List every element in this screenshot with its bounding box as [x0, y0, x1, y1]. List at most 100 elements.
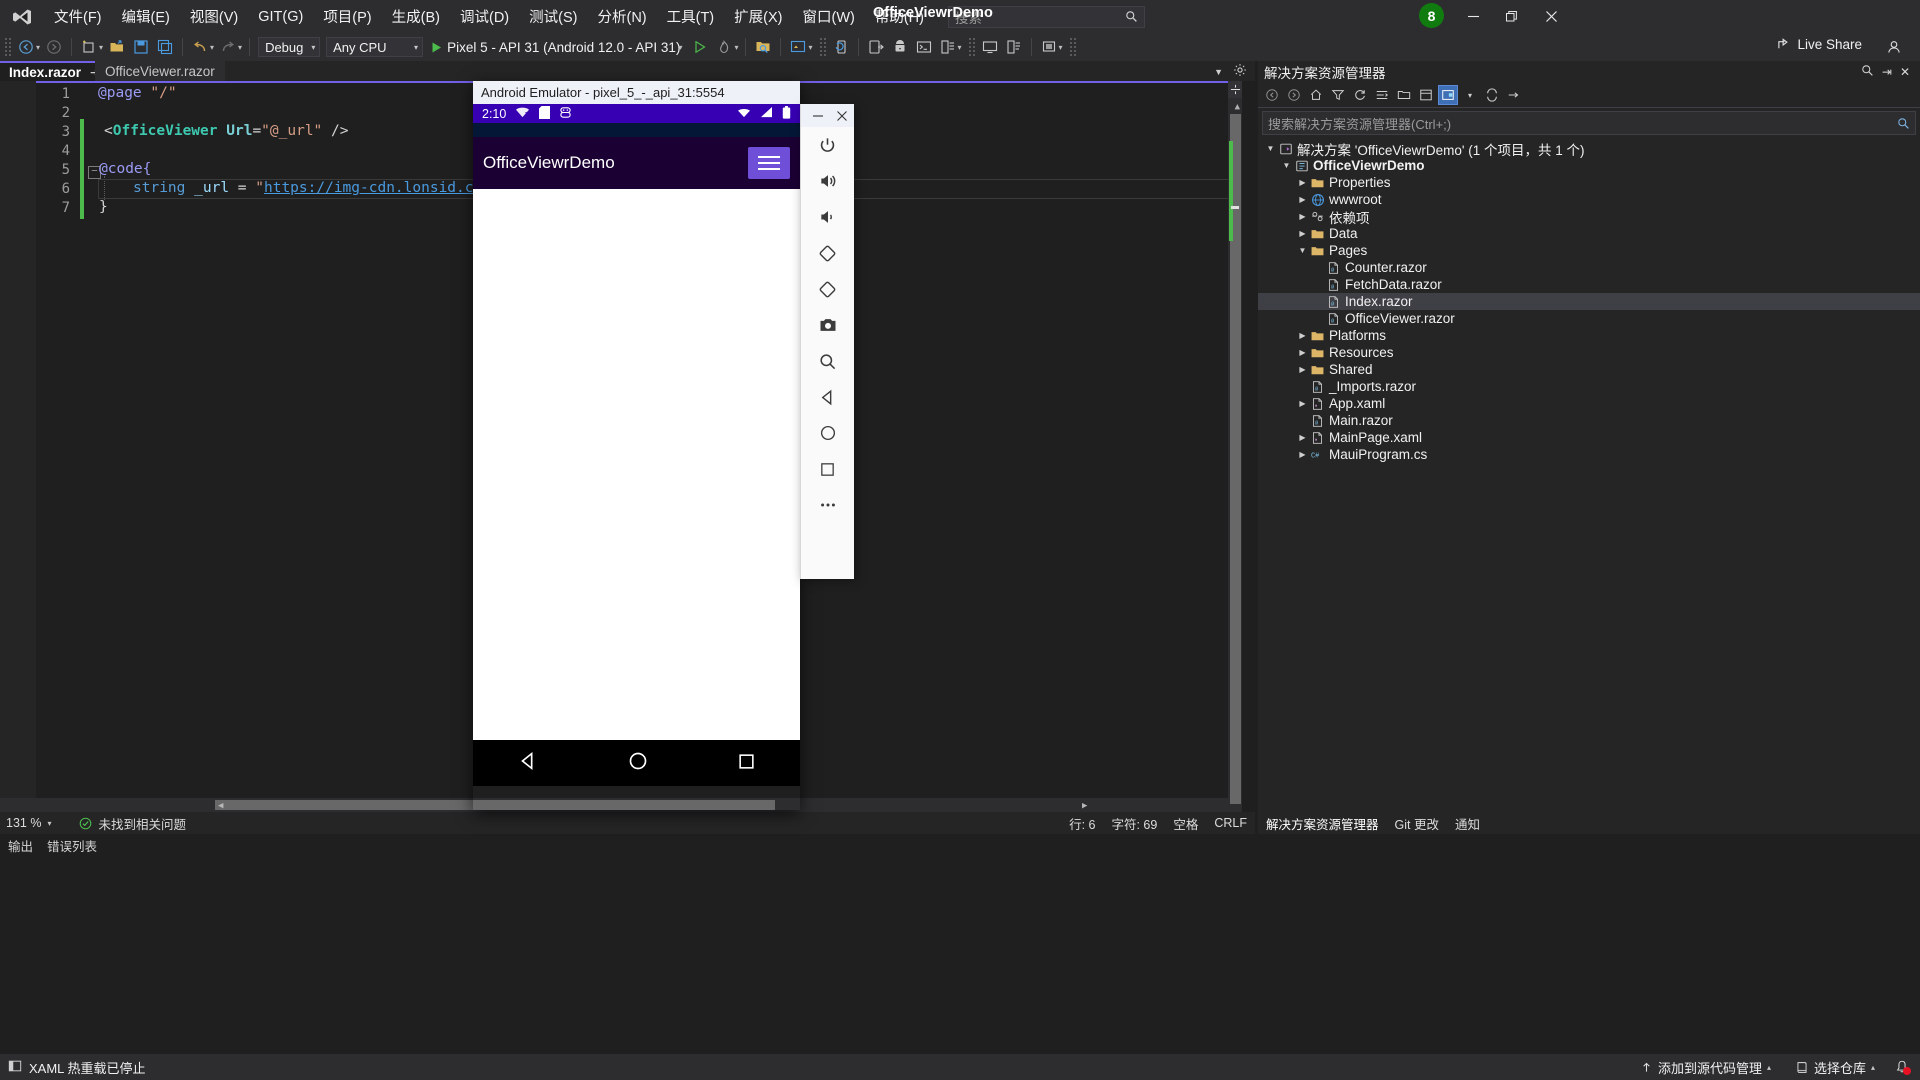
editor-zoom-combo[interactable]: 131 % ▾: [6, 816, 51, 830]
gear-icon[interactable]: [1233, 63, 1247, 81]
menu-build[interactable]: 生成(B): [382, 2, 450, 31]
toolbar-grip-4[interactable]: [1068, 37, 1077, 57]
volume-down-icon[interactable]: [801, 199, 854, 235]
rotate-right-icon[interactable]: [801, 271, 854, 307]
new-project-button[interactable]: [78, 36, 100, 58]
tree-item[interactable]: @ Counter.razor: [1258, 259, 1920, 276]
solution-explorer-search-input[interactable]: 搜索解决方案资源管理器(Ctrl+;): [1262, 111, 1916, 135]
toolbar-grip-3[interactable]: [967, 37, 976, 57]
android-emulator-window[interactable]: Android Emulator - pixel_5_-_api_31:5554…: [473, 81, 854, 810]
collapse-arrow-icon[interactable]: ▶: [1296, 450, 1309, 459]
tree-item[interactable]: ▼ 解决方案 'OfficeViewrDemo' (1 个项目，共 1 个): [1258, 140, 1920, 158]
menu-project[interactable]: 项目(P): [313, 2, 381, 31]
collapse-arrow-icon[interactable]: ▶: [1296, 399, 1309, 408]
emulator-minimize-button[interactable]: [806, 104, 830, 127]
tree-item[interactable]: ▶ Shared: [1258, 361, 1920, 378]
solution-search-button[interactable]: [752, 36, 774, 58]
rotate-left-icon[interactable]: [801, 235, 854, 271]
emulator-manager-button[interactable]: [1038, 36, 1060, 58]
tree-item[interactable]: ▶ Platforms: [1258, 327, 1920, 344]
collapse-arrow-icon[interactable]: ▶: [1296, 348, 1309, 357]
collapse-arrow-icon[interactable]: ▶: [1296, 331, 1309, 340]
device-log-dropdown[interactable]: ▾: [958, 43, 962, 52]
collapse-arrow-icon[interactable]: ▶: [1296, 212, 1309, 221]
hot-reload-button[interactable]: [713, 36, 735, 58]
emulator-manager-dropdown[interactable]: ▾: [1059, 43, 1063, 52]
tree-item[interactable]: ▶ wwwroot: [1258, 191, 1920, 208]
menu-git[interactable]: GIT(G): [248, 5, 313, 29]
editor-split-view-button[interactable]: [1228, 81, 1242, 98]
undo-dropdown[interactable]: ▾: [210, 43, 214, 52]
save-all-button[interactable]: [154, 36, 176, 58]
nav-recents-button[interactable]: [737, 752, 756, 775]
tab-notifications[interactable]: 通知: [1455, 814, 1480, 833]
tab-list-dropdown-icon[interactable]: ▼: [1214, 67, 1223, 77]
error-summary[interactable]: 未找到相关问题: [79, 814, 186, 833]
scroll-right-arrow-icon[interactable]: ▶: [1082, 801, 1087, 811]
account-button[interactable]: [1883, 36, 1905, 58]
refresh-icon[interactable]: [1350, 85, 1370, 105]
camera-icon[interactable]: [801, 307, 854, 343]
tab-officeviewer-razor[interactable]: OfficeViewer.razor: [95, 61, 225, 81]
desktop-target-button[interactable]: [979, 36, 1001, 58]
notification-badge[interactable]: 8: [1419, 3, 1444, 28]
toolbar-grip[interactable]: [4, 37, 12, 57]
tree-item[interactable]: @ FetchData.razor: [1258, 276, 1920, 293]
redo-button[interactable]: [217, 36, 239, 58]
search-icon[interactable]: [1857, 64, 1878, 80]
menu-window[interactable]: 窗口(W): [792, 2, 864, 31]
pending-changes-filter-icon[interactable]: [1328, 85, 1348, 105]
menu-tools[interactable]: 工具(T): [657, 2, 725, 31]
back-icon[interactable]: [1262, 85, 1282, 105]
menu-file[interactable]: 文件(F): [44, 2, 112, 31]
emulator-close-button[interactable]: [830, 104, 854, 127]
tree-item[interactable]: ▼ Pages: [1258, 242, 1920, 259]
overview-icon[interactable]: [801, 451, 854, 487]
platform-combo[interactable]: Any CPU ▾: [326, 37, 424, 57]
show-all-files-icon[interactable]: [1394, 85, 1414, 105]
collapse-arrow-icon[interactable]: ▶: [1296, 195, 1309, 204]
live-share-button[interactable]: Live Share: [1777, 37, 1862, 52]
hot-reload-dropdown[interactable]: ▾: [734, 43, 738, 52]
preview-selected-items-icon[interactable]: [1438, 85, 1458, 105]
collapse-arrow-icon[interactable]: ▶: [1296, 178, 1309, 187]
device-log-button[interactable]: [937, 36, 959, 58]
zoom-icon[interactable]: [801, 343, 854, 379]
tab-output[interactable]: 输出: [8, 836, 33, 855]
notifications-button[interactable]: [1892, 1058, 1912, 1076]
line-ending[interactable]: CRLF: [1214, 816, 1247, 830]
navigate-forward-button[interactable]: [43, 36, 65, 58]
undo-button[interactable]: [189, 36, 211, 58]
tree-item[interactable]: ▶ App.xaml: [1258, 395, 1920, 412]
menu-view[interactable]: 视图(V): [180, 2, 248, 31]
tab-error-list[interactable]: 错误列表: [47, 836, 97, 855]
collapse-arrow-icon[interactable]: ▶: [1296, 229, 1309, 238]
navigate-back-button[interactable]: [15, 36, 37, 58]
properties-icon[interactable]: [1416, 85, 1436, 105]
live-preview-dropdown[interactable]: ▾: [808, 43, 812, 52]
scroll-left-arrow-icon[interactable]: ◀: [218, 801, 223, 811]
tree-item[interactable]: ▶ 依赖项: [1258, 208, 1920, 226]
menu-test[interactable]: 测试(S): [519, 2, 587, 31]
xaml-live-preview-button[interactable]: [787, 36, 809, 58]
emulator-title-bar[interactable]: Android Emulator - pixel_5_-_api_31:5554: [473, 81, 800, 104]
redo-dropdown[interactable]: ▾: [238, 43, 242, 52]
close-icon[interactable]: ✕: [1896, 65, 1914, 79]
tree-item[interactable]: @ Main.razor: [1258, 412, 1920, 429]
add-to-source-control-button[interactable]: 添加到源代码管理 ▴: [1633, 1056, 1778, 1079]
nav-home-button[interactable]: [628, 751, 648, 775]
expand-arrow-icon[interactable]: ▼: [1280, 161, 1293, 170]
back-icon[interactable]: [801, 379, 854, 415]
pin-icon[interactable]: ⇥: [1878, 65, 1896, 79]
tree-item[interactable]: @ _Imports.razor: [1258, 378, 1920, 395]
start-debug-button[interactable]: Pixel 5 - API 31 (Android 12.0 - API 31)…: [426, 36, 688, 58]
forward-icon[interactable]: [1284, 85, 1304, 105]
app-content-area[interactable]: [473, 189, 800, 740]
tab-solution-explorer[interactable]: 解决方案资源管理器: [1266, 814, 1379, 833]
tree-item[interactable]: ▶ Resources: [1258, 344, 1920, 361]
device-refresh-button[interactable]: [830, 36, 852, 58]
collapse-arrow-icon[interactable]: ▶: [1296, 433, 1309, 442]
home-icon[interactable]: [801, 415, 854, 451]
emulator-device-screen[interactable]: 2:10 ? OfficeViewrDemo: [473, 104, 800, 786]
power-icon[interactable]: [801, 127, 854, 163]
